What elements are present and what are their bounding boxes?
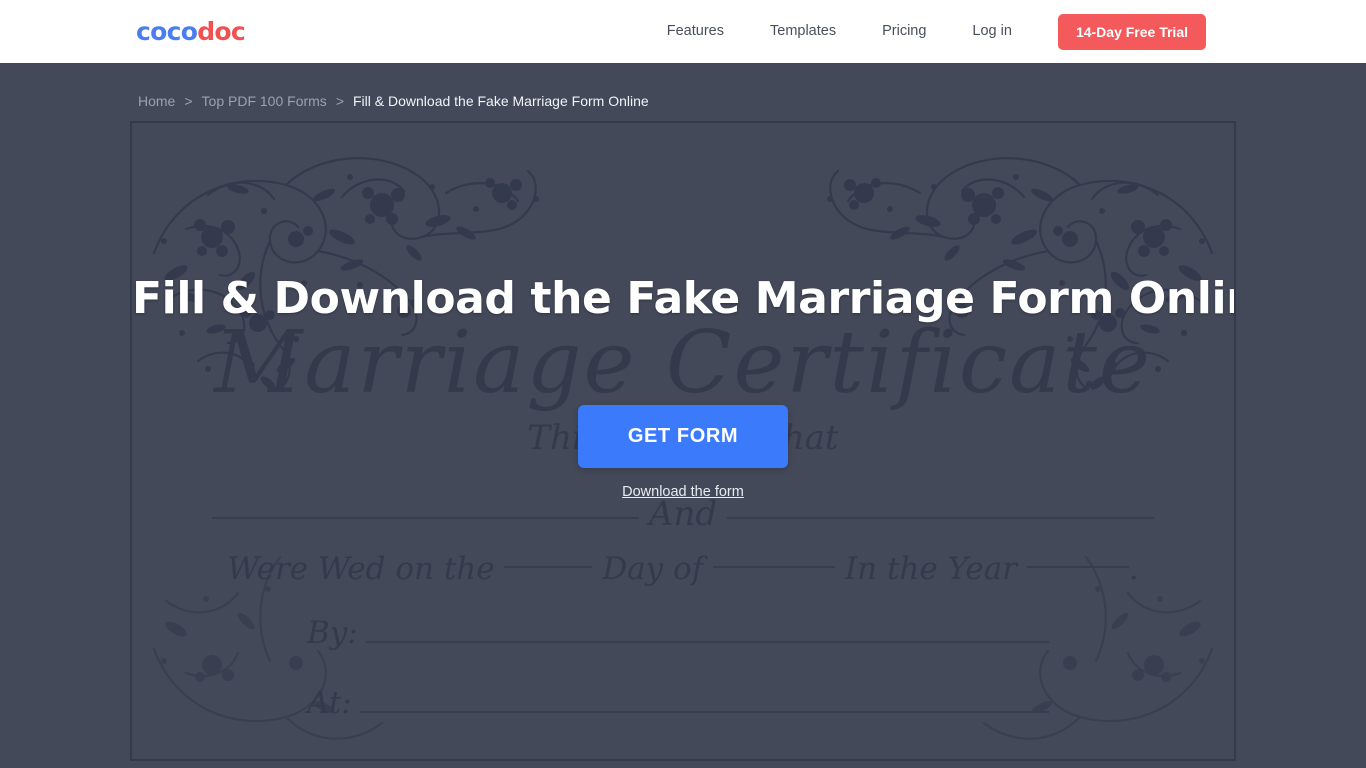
page-title: Fill & Download the Fake Marriage Form O… bbox=[132, 273, 1236, 324]
breadcrumb-item-home[interactable]: Home bbox=[138, 94, 175, 108]
download-the-form-link[interactable]: Download the form bbox=[132, 485, 1234, 500]
nav-item-templates[interactable]: Templates bbox=[747, 24, 859, 39]
hero-certificate-panel: Marriage Certificate This Certifies that… bbox=[130, 121, 1236, 761]
cocodoc-logo[interactable]: cocodoc bbox=[136, 17, 246, 46]
nav-item-pricing[interactable]: Pricing bbox=[859, 24, 949, 39]
free-trial-button[interactable]: 14-Day Free Trial bbox=[1057, 13, 1206, 50]
breadcrumb-item-top-pdf-100-forms[interactable]: Top PDF 100 Forms bbox=[202, 94, 327, 108]
logo-text-primary: coco bbox=[136, 17, 198, 46]
breadcrumb-item-current: Fill & Download the Fake Marriage Form O… bbox=[353, 93, 649, 109]
nav-item-login[interactable]: Log in bbox=[949, 24, 1035, 39]
site-header: cocodoc Features Templates Pricing Log i… bbox=[0, 0, 1366, 63]
hero-foreground: Fill & Download the Fake Marriage Form O… bbox=[132, 123, 1234, 759]
breadcrumb-separator: > bbox=[335, 93, 344, 109]
get-form-button[interactable]: GET FORM bbox=[578, 405, 788, 468]
logo-text-secondary: doc bbox=[197, 17, 245, 46]
nav-item-features[interactable]: Features bbox=[644, 24, 747, 39]
breadcrumb-separator: > bbox=[184, 93, 193, 109]
main-navigation: Features Templates Pricing Log in 14-Day… bbox=[644, 13, 1206, 50]
breadcrumb: Home > Top PDF 100 Forms > Fill & Downlo… bbox=[0, 63, 1366, 121]
